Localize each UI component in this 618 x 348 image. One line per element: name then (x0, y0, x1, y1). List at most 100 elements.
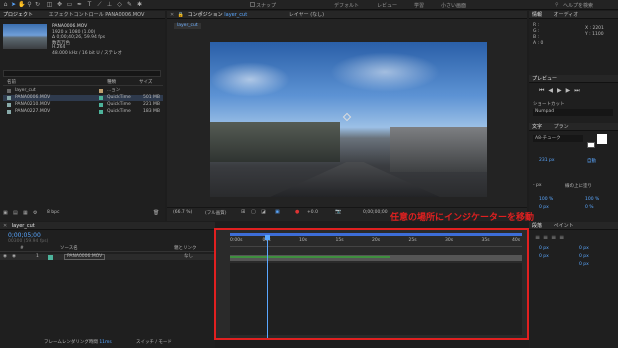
project-item[interactable]: PANA0006.MOV QuickTime 501 MB (3, 95, 163, 101)
stroke-mode-dropdown[interactable]: 線の上に塗り (565, 183, 592, 189)
channel-icon[interactable]: ▣ (275, 209, 280, 215)
pen-tool-icon[interactable]: ✒ (76, 2, 83, 8)
search-icon[interactable]: ⚲ (555, 2, 559, 8)
type-tool-icon[interactable]: T (86, 2, 93, 8)
grid-icon[interactable]: ⊞ (241, 209, 245, 215)
shortcut-dropdown[interactable]: Numpad (533, 109, 613, 116)
rectangle-tool-icon[interactable]: ▭ (66, 2, 73, 8)
workspace-small-screen[interactable]: 小さい画面 (441, 2, 466, 9)
zoom-tool-icon[interactable]: ⚲ (26, 2, 33, 8)
tab-effect-controls[interactable]: エフェクトコントロール PANA0006.MOV (49, 12, 145, 18)
font-size-value[interactable]: 231 px (539, 158, 555, 163)
vertical-scale-value[interactable]: 100 % (539, 197, 553, 202)
header-type[interactable]: 種類 (107, 80, 116, 86)
label-color-swatch[interactable] (99, 89, 103, 93)
composition-viewer[interactable] (210, 42, 487, 197)
alpha-icon[interactable]: ◪ (261, 209, 266, 215)
workspace-learn[interactable]: 学習 (414, 2, 424, 9)
anchor-point-icon[interactable] (342, 112, 352, 122)
next-frame-icon[interactable]: ▶ (566, 87, 575, 94)
label-color-swatch[interactable] (99, 110, 103, 114)
bit-depth-label[interactable]: 8 bpc (47, 210, 59, 215)
brush-tool-icon[interactable]: ⟋ (96, 2, 103, 8)
justify-icon[interactable]: ≡ (559, 234, 567, 241)
header-size[interactable]: サイズ (139, 80, 152, 86)
layer-row[interactable]: ◉ ◉ 1 PANA0006.MOV なし (0, 254, 215, 260)
home-icon[interactable]: ⌂ (2, 2, 9, 8)
current-timecode[interactable]: 0;00;05;00 (8, 232, 41, 239)
interpret-footage-icon[interactable]: ▣ (3, 210, 8, 216)
project-item[interactable]: layer_cut ...ョン (3, 88, 163, 94)
audio-icon[interactable]: ◉ (12, 254, 16, 260)
close-icon[interactable]: ✕ (3, 223, 7, 229)
tab-info[interactable]: 情報 (532, 12, 542, 18)
hand-tool-icon[interactable]: ✋ (18, 2, 25, 8)
project-item[interactable]: PANA0210.MOV QuickTime 221 MB (3, 102, 163, 108)
new-composition-icon[interactable]: ▦ (23, 210, 28, 216)
workspace-default[interactable]: デフォルト (334, 2, 359, 9)
indent-left[interactable]: 0 px (539, 246, 549, 251)
mask-icon[interactable]: ▢ (251, 209, 256, 215)
tab-brush[interactable]: プラン (554, 124, 569, 130)
preview-title-text[interactable]: プレビュー (532, 76, 557, 82)
selection-tool-icon[interactable]: ➤ (10, 2, 17, 8)
snap-checkbox[interactable]: スナップ (250, 2, 276, 9)
timeline-comp-name[interactable]: layer_cut (12, 223, 35, 229)
parent-dropdown[interactable]: なし (184, 254, 193, 260)
color-icon[interactable]: ● (295, 209, 299, 215)
header-source-name[interactable]: ソース名 (60, 246, 78, 252)
first-frame-icon[interactable]: ⏮ (539, 87, 548, 94)
header-name[interactable]: 名前 (7, 80, 16, 86)
tab-character[interactable]: 文字 (532, 124, 542, 130)
project-search-input[interactable] (3, 70, 161, 77)
label-color-swatch[interactable] (99, 103, 103, 107)
tab-audio[interactable]: オーディオ (554, 12, 579, 18)
settings-icon[interactable]: ⚙ (33, 210, 37, 216)
exposure-value[interactable]: +0.0 (307, 210, 318, 215)
stamp-tool-icon[interactable]: ⊥ (106, 2, 113, 8)
header-parent[interactable]: 親とリンク (174, 246, 197, 252)
project-item[interactable]: PANA0227.MOV QuickTime 183 MB (3, 109, 163, 115)
tab-composition[interactable]: コンポジション (188, 12, 223, 18)
align-left-icon[interactable]: ≡ (535, 234, 543, 241)
zoom-dropdown[interactable]: (66.7 %) (173, 210, 192, 215)
help-search-input[interactable]: ヘルプを検索 (563, 2, 593, 9)
stroke-width-value[interactable]: - px (533, 183, 542, 188)
viewer-timecode[interactable]: 0;00;00;00 (363, 210, 388, 215)
play-icon[interactable]: ▶ (557, 87, 566, 94)
label-color-swatch[interactable] (99, 96, 103, 100)
indent-right[interactable]: 0 px (579, 246, 589, 251)
lock-icon[interactable]: 🔒 (178, 12, 184, 18)
tsume-value[interactable]: 0 % (585, 205, 594, 210)
stroke-color-swatch[interactable] (587, 142, 595, 148)
puppet-tool-icon[interactable]: ✱ (136, 2, 143, 8)
eraser-tool-icon[interactable]: ◇ (116, 2, 123, 8)
tab-layer[interactable]: レイヤー (なし) (289, 12, 324, 18)
align-center-icon[interactable]: ≡ (543, 234, 551, 241)
align-right-icon[interactable]: ≡ (551, 234, 559, 241)
horizontal-scale-value[interactable]: 100 % (585, 197, 599, 202)
quality-dropdown[interactable]: (フル画質) (205, 210, 227, 216)
tab-paragraph[interactable]: 段落 (532, 223, 542, 229)
snapshot-icon[interactable]: 📷 (335, 209, 341, 215)
roto-tool-icon[interactable]: ✎ (126, 2, 133, 8)
baseline-shift-value[interactable]: 0 px (539, 205, 549, 210)
prev-frame-icon[interactable]: ◀ (548, 87, 557, 94)
leading-value[interactable]: 自動 (587, 158, 596, 164)
space-after[interactable]: 0 px (579, 262, 589, 267)
workspace-review[interactable]: レビュー (377, 2, 397, 9)
new-folder-icon[interactable]: ▤ (13, 210, 18, 216)
trash-icon[interactable]: 🗑 (153, 210, 159, 216)
last-frame-icon[interactable]: ⏭ (574, 87, 583, 94)
space-before[interactable]: 0 px (579, 254, 589, 259)
font-dropdown[interactable]: A8-チューク (533, 135, 583, 142)
camera-tool-icon[interactable]: ◫ (46, 2, 53, 8)
fill-color-swatch[interactable] (597, 134, 607, 144)
tab-project[interactable]: プロジェクト (3, 12, 33, 18)
layer-name[interactable]: PANA0006.MOV (64, 254, 106, 260)
comp-sub-tab[interactable]: layer_cut (174, 23, 201, 29)
rotate-tool-icon[interactable]: ↻ (34, 2, 41, 8)
composition-name[interactable]: layer_cut (224, 12, 247, 18)
indent-first[interactable]: 0 px (539, 254, 549, 259)
tab-paint[interactable]: ペイント (554, 223, 574, 229)
